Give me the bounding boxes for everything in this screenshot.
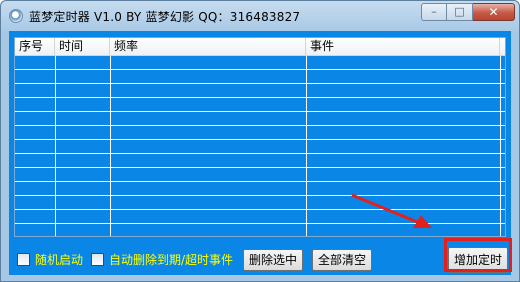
list-row[interactable] — [15, 70, 505, 84]
list-row[interactable] — [15, 56, 505, 70]
list-header: 序号 时间 频率 事件 — [15, 38, 505, 56]
close-button[interactable]: ✕ — [473, 3, 515, 21]
list-row[interactable] — [15, 98, 505, 112]
list-rows — [15, 56, 505, 236]
minimize-button[interactable]: – — [421, 3, 447, 21]
list-row[interactable] — [15, 140, 505, 154]
column-divider — [110, 56, 111, 236]
maximize-button[interactable]: □ — [447, 3, 473, 21]
auto-delete-checkbox[interactable] — [91, 252, 104, 266]
list-row[interactable] — [15, 84, 505, 98]
autostart-checkbox[interactable] — [17, 252, 30, 266]
column-divider — [55, 56, 56, 236]
window-title: 蓝梦定时器 V1.0 BY 蓝梦幻影 QQ：316483827 — [29, 10, 301, 24]
auto-delete-label[interactable]: 自动删除到期/超时事件 — [109, 251, 233, 268]
bottom-toolbar: 随机启动 自动删除到期/超时事件 删除选中 全部清空 增加定时 — [9, 247, 511, 273]
annotation-highlight-box — [444, 238, 512, 272]
list-row[interactable] — [15, 182, 505, 196]
main-panel: 序号 时间 频率 事件 随机启动 自动删除到期/超时事件 删除选中 全部清空 增… — [9, 31, 512, 275]
list-row[interactable] — [15, 196, 505, 210]
column-header-index[interactable]: 序号 — [15, 38, 55, 56]
column-header-frequency[interactable]: 频率 — [110, 38, 306, 56]
list-row[interactable] — [15, 126, 505, 140]
list-row[interactable] — [15, 112, 505, 126]
list-row[interactable] — [15, 154, 505, 168]
app-icon — [9, 9, 23, 23]
column-header-event[interactable]: 事件 — [306, 38, 500, 56]
column-divider — [306, 56, 307, 236]
column-divider — [500, 56, 501, 236]
title-bar[interactable]: 蓝梦定时器 V1.0 BY 蓝梦幻影 QQ：316483827 – □ ✕ — [1, 1, 519, 31]
autostart-option[interactable]: 随机启动 — [17, 251, 83, 267]
auto-delete-option[interactable]: 自动删除到期/超时事件 — [91, 251, 233, 267]
column-header-time[interactable]: 时间 — [55, 38, 110, 56]
clear-all-button[interactable]: 全部清空 — [312, 249, 372, 271]
list-row[interactable] — [15, 224, 505, 236]
delete-selected-button[interactable]: 删除选中 — [243, 249, 303, 271]
app-window: 蓝梦定时器 V1.0 BY 蓝梦幻影 QQ：316483827 – □ ✕ 序号… — [0, 0, 520, 282]
list-row[interactable] — [15, 168, 505, 182]
event-list[interactable]: 序号 时间 频率 事件 — [14, 37, 506, 237]
list-row[interactable] — [15, 210, 505, 224]
autostart-label[interactable]: 随机启动 — [35, 251, 83, 268]
